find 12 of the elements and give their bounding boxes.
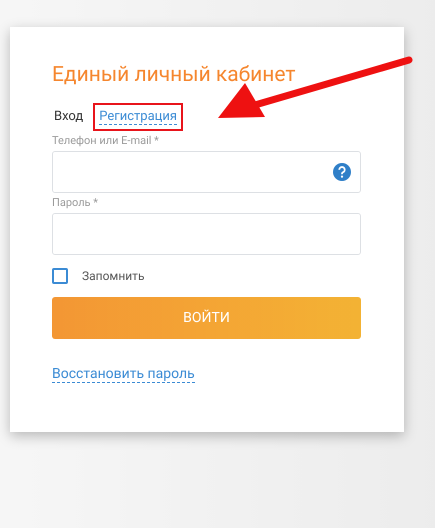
- tab[interactable]: Вход: [52, 103, 90, 131]
- recover-password-link[interactable]: Восстановить пароль: [52, 366, 195, 383]
- input-field[interactable]: [52, 213, 361, 255]
- checkbox-label: Запомнить: [82, 268, 144, 285]
- field-label: Телефон или E-mail *: [52, 134, 160, 148]
- input-field[interactable]: [52, 151, 361, 193]
- page-title: Единый личный кабинет: [52, 62, 296, 89]
- tab[interactable]: Регистрация: [93, 103, 183, 131]
- login-button[interactable]: ВОЙТИ: [52, 297, 361, 339]
- remember-checkbox[interactable]: [52, 268, 68, 284]
- help-icon[interactable]: [333, 163, 351, 181]
- field-label: Пароль *: [52, 196, 99, 210]
